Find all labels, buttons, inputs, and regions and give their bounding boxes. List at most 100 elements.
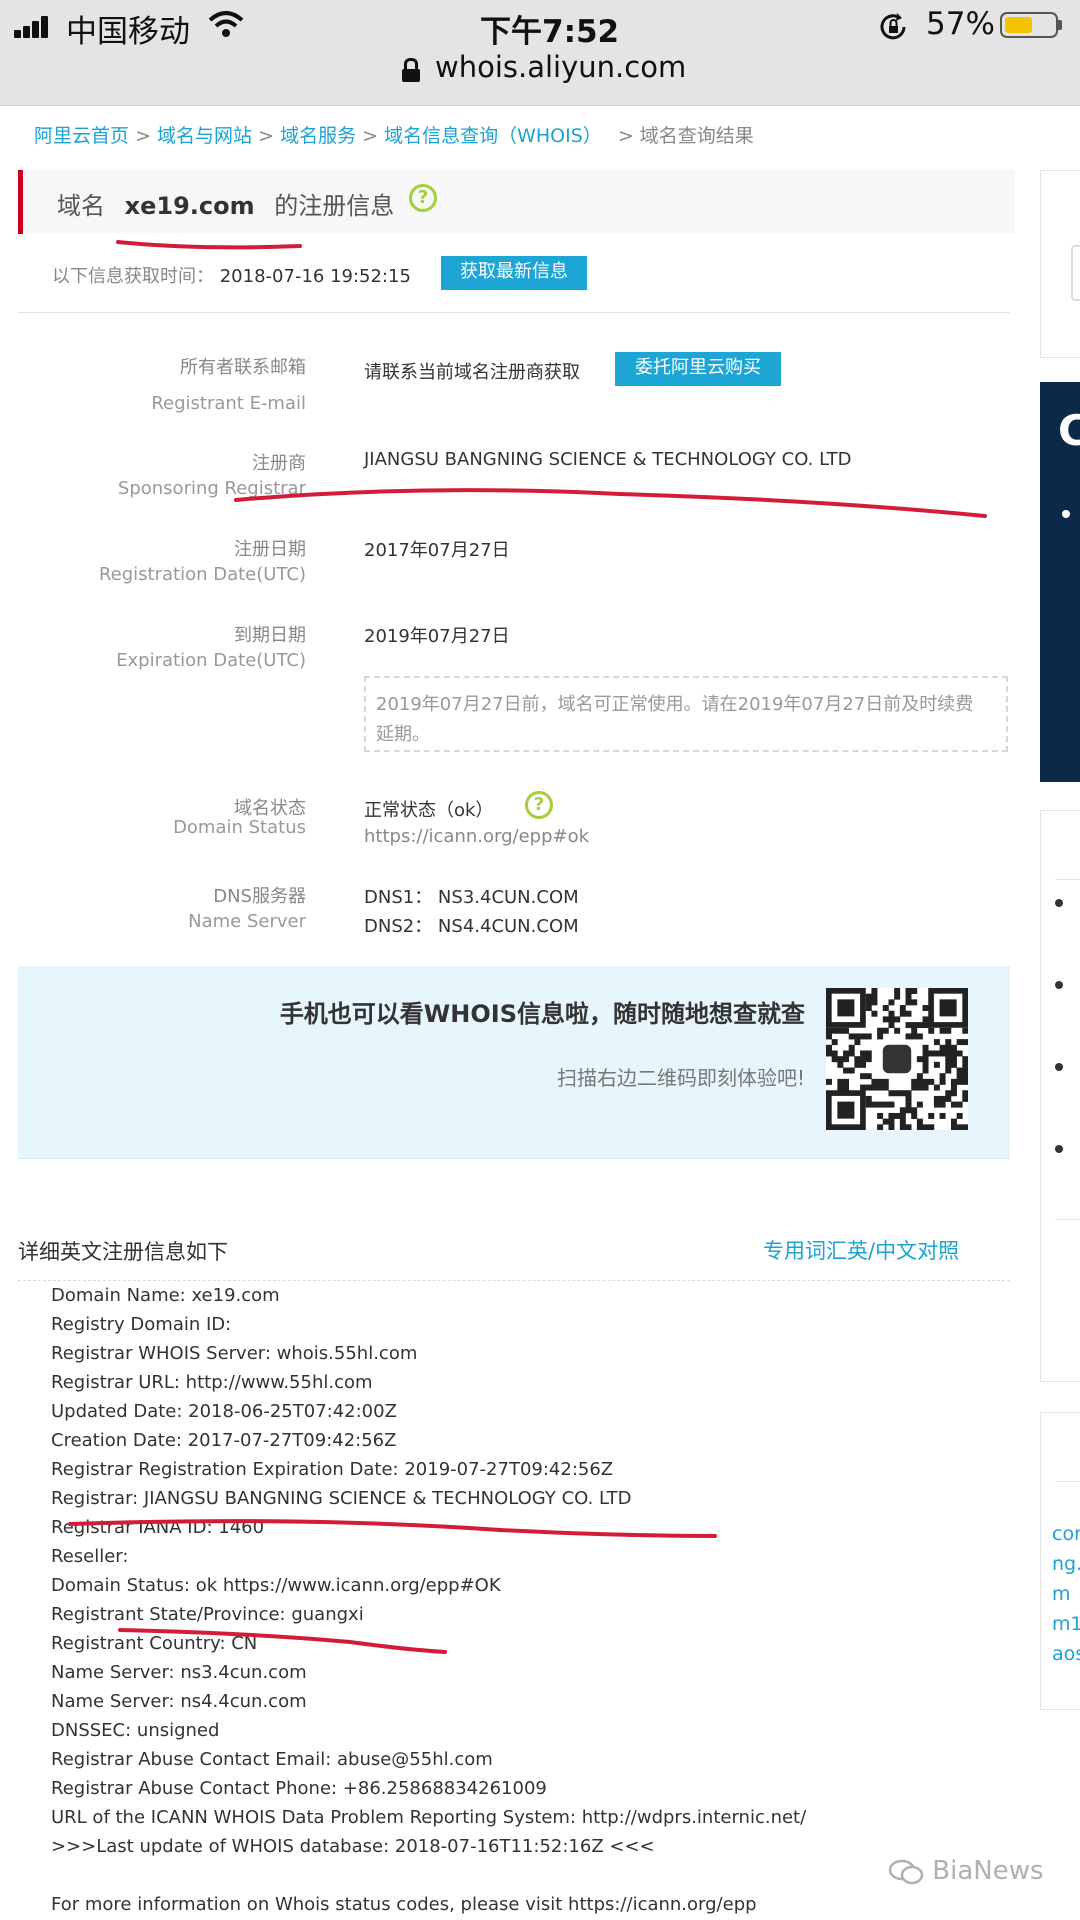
qr-module bbox=[848, 1067, 855, 1074]
raw-whois-line: Reseller: bbox=[51, 1546, 129, 1567]
refresh-button[interactable]: 获取最新信息 bbox=[441, 256, 587, 290]
expiry-note-line1: 2019年07月27日前，域名可正常使用。请在2019年07月27日前及时续费 bbox=[376, 694, 974, 715]
sidebar-links-panel: cor ng. m m1 aos bbox=[1040, 1412, 1080, 1710]
watermark-text: BiaNews bbox=[932, 1856, 1044, 1886]
qr-module bbox=[922, 1078, 929, 1085]
breadcrumb-domains-sites[interactable]: 域名与网站 bbox=[157, 125, 252, 147]
url-bar[interactable]: whois.aliyun.com bbox=[435, 50, 686, 84]
exp-date-value: 2019年07月27日 bbox=[364, 626, 510, 647]
qr-module bbox=[933, 1061, 940, 1068]
qr-module bbox=[905, 999, 912, 1006]
sidebar-link[interactable]: m1 bbox=[1052, 1613, 1080, 1635]
breadcrumb-domain-services[interactable]: 域名服务 bbox=[280, 125, 356, 147]
reg-date-label-cn: 注册日期 bbox=[234, 539, 306, 560]
qr-module bbox=[831, 1027, 838, 1034]
watermark: BiaNews bbox=[888, 1856, 1044, 1886]
red-underline-domain bbox=[116, 240, 302, 250]
qr-module bbox=[882, 1027, 889, 1034]
exp-date-label-cn: 到期日期 bbox=[234, 625, 306, 646]
qr-module bbox=[894, 988, 901, 994]
qr-module bbox=[837, 1078, 844, 1085]
qr-module bbox=[871, 1084, 878, 1091]
qr-module bbox=[899, 1107, 906, 1114]
glossary-link[interactable]: 专用词汇英/中文对照 bbox=[763, 1235, 959, 1265]
qr-module bbox=[933, 1039, 940, 1046]
qr-module bbox=[888, 999, 895, 1006]
qr-module bbox=[826, 1050, 832, 1057]
detail-heading: 详细英文注册信息如下 bbox=[18, 1240, 228, 1264]
qr-module bbox=[928, 1124, 935, 1131]
qr-code[interactable] bbox=[826, 988, 969, 1131]
sidebar-list-divider bbox=[1055, 879, 1080, 880]
breadcrumb-home[interactable]: 阿里云首页 bbox=[34, 125, 129, 147]
qr-module bbox=[939, 1112, 946, 1119]
sidebar-bullet bbox=[1055, 981, 1063, 989]
battery-percent: 57% bbox=[926, 6, 995, 42]
raw-whois-line: Registrar WHOIS Server: whois.55hl.com bbox=[51, 1343, 418, 1364]
sidebar-search-panel bbox=[1040, 170, 1080, 358]
qr-module bbox=[928, 1112, 935, 1119]
status-help-icon[interactable]: ? bbox=[525, 791, 553, 819]
qr-module bbox=[933, 1050, 940, 1057]
qr-module bbox=[945, 1044, 952, 1051]
qr-module bbox=[922, 1056, 929, 1063]
reg-date-label-en: Registration Date(UTC) bbox=[98, 564, 306, 585]
qr-module bbox=[962, 1090, 969, 1097]
qr-module bbox=[956, 1124, 963, 1131]
battery-tip bbox=[1058, 20, 1062, 30]
qr-module bbox=[905, 1022, 912, 1029]
status-link[interactable]: https://icann.org/epp#ok bbox=[364, 826, 589, 847]
qr-module bbox=[848, 1033, 855, 1040]
registrar-label-en: Sponsoring Registrar bbox=[117, 478, 306, 499]
qr-module bbox=[945, 1090, 952, 1097]
breadcrumb-whois[interactable]: 域名信息查询（WHOIS） bbox=[384, 125, 602, 147]
exp-date-label-en: Expiration Date(UTC) bbox=[116, 650, 306, 671]
qr-module bbox=[950, 1084, 957, 1091]
sidebar-link[interactable]: m bbox=[1052, 1583, 1071, 1605]
qr-module bbox=[950, 1044, 957, 1051]
signal-icon bbox=[14, 16, 50, 38]
sidebar-link[interactable]: ng. bbox=[1052, 1553, 1080, 1575]
qr-module bbox=[916, 1056, 923, 1063]
buy-via-aliyun-button[interactable]: 委托阿里云购买 bbox=[615, 352, 781, 386]
help-icon[interactable]: ? bbox=[409, 184, 437, 212]
qr-module bbox=[882, 1101, 889, 1108]
qr-module bbox=[860, 1061, 867, 1068]
qr-module bbox=[882, 1005, 889, 1012]
qr-module bbox=[916, 1033, 923, 1040]
qr-module bbox=[950, 1118, 957, 1125]
sidebar-link[interactable]: aos bbox=[1052, 1643, 1080, 1665]
qr-module bbox=[911, 1112, 918, 1119]
qr-module bbox=[854, 1061, 861, 1068]
qr-module bbox=[911, 999, 918, 1006]
battery-icon bbox=[1000, 12, 1058, 38]
qr-module bbox=[860, 1033, 867, 1040]
qr-module bbox=[843, 1078, 850, 1085]
status-label-en: Domain Status bbox=[173, 817, 306, 838]
sidebar-link[interactable]: cor bbox=[1052, 1523, 1080, 1545]
qr-module bbox=[877, 1101, 884, 1108]
raw-whois-line: Domain Name: xe19.com bbox=[51, 1285, 280, 1306]
qr-module bbox=[865, 1050, 872, 1057]
raw-whois-line: Domain Status: ok https://www.icann.org/… bbox=[51, 1575, 501, 1596]
browser-status-bar: 中国移动 下午7:52 57% whois.aliyun.com bbox=[0, 0, 1080, 106]
qr-module bbox=[911, 988, 918, 994]
breadcrumb-current: > 域名查询结果 bbox=[617, 125, 754, 147]
qr-module bbox=[826, 1033, 832, 1040]
qr-module bbox=[871, 1101, 878, 1108]
sidebar-search-input[interactable] bbox=[1071, 245, 1080, 301]
sidebar-dark-promo[interactable]: C bbox=[1040, 382, 1080, 782]
sidebar-list-panel bbox=[1040, 810, 1080, 1382]
raw-whois-line bbox=[51, 1861, 1011, 1890]
qr-finder bbox=[837, 1101, 855, 1119]
qr-module bbox=[905, 1010, 912, 1017]
qr-module bbox=[826, 1027, 832, 1034]
qr-module bbox=[962, 1124, 969, 1131]
qr-module bbox=[916, 1118, 923, 1125]
qr-module bbox=[888, 1112, 895, 1119]
qr-module bbox=[871, 1078, 878, 1085]
qr-module bbox=[945, 1056, 952, 1063]
qr-module bbox=[888, 1090, 895, 1097]
qr-module bbox=[854, 1033, 861, 1040]
expiry-note-line2: 延期。 bbox=[376, 724, 430, 745]
